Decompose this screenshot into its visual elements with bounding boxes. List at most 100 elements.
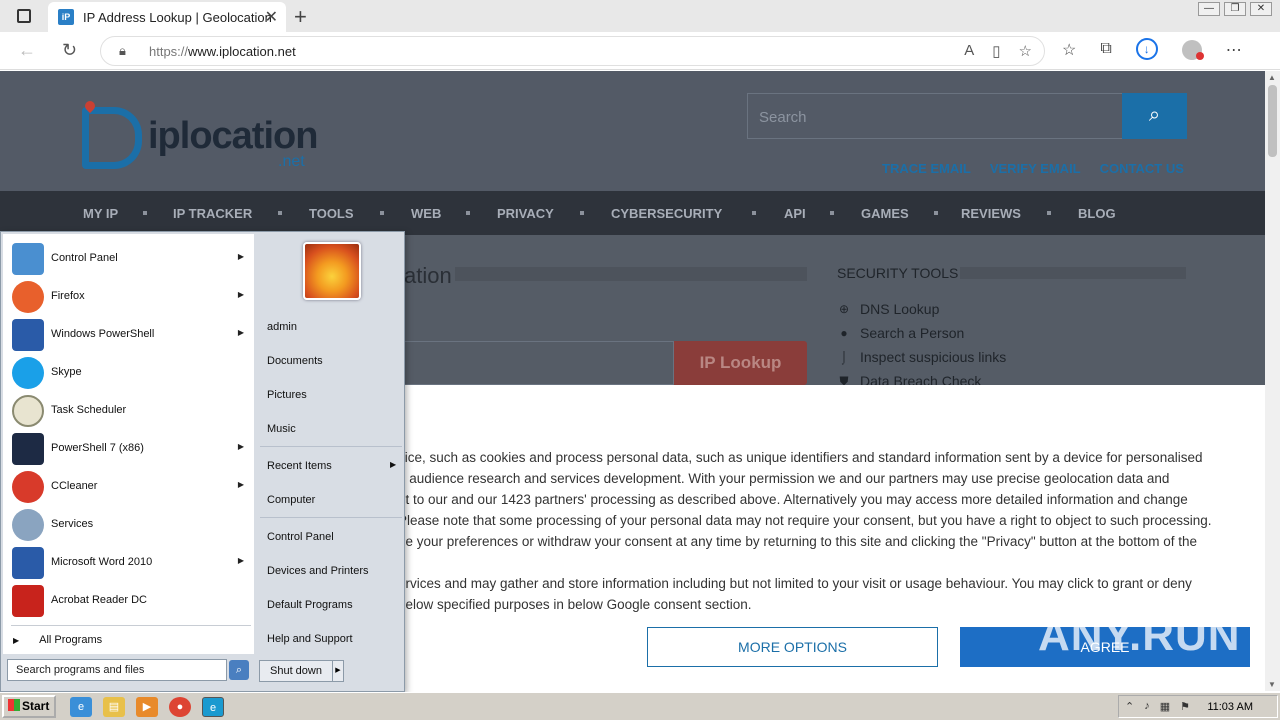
verify-email-link[interactable]: VERIFY EMAIL [990, 161, 1081, 176]
lock-icon[interactable]: 🔒︎ [119, 43, 126, 59]
downloads-icon[interactable]: ↓ [1135, 38, 1158, 60]
program-label: PowerShell 7 (x86) [51, 442, 144, 454]
nav-separator [466, 211, 470, 215]
program-skype[interactable]: Skype [9, 354, 252, 392]
place-devices-printers[interactable]: Devices and Printers [267, 565, 369, 577]
all-programs-arrow-icon: ▶ [13, 636, 20, 645]
clock-time[interactable]: 11:03 AM [1207, 701, 1253, 713]
user-picture[interactable] [303, 242, 361, 300]
add-favorite-icon[interactable]: ☆ [1019, 42, 1032, 60]
scroll-thumb[interactable] [1268, 85, 1277, 157]
program-acrobat-reader[interactable]: Acrobat Reader DC [9, 582, 252, 620]
nav-games[interactable]: GAMES [861, 206, 909, 221]
start-search-icon[interactable]: ⌕ [229, 660, 249, 680]
nav-ip-tracker[interactable]: IP TRACKER [173, 206, 252, 221]
media-player-taskbar-icon[interactable]: ▶ [136, 697, 158, 717]
security-title-bar [960, 267, 1186, 279]
place-default-programs[interactable]: Default Programs [267, 599, 353, 611]
program-word-2010[interactable]: Microsoft Word 2010 ▶ [9, 544, 252, 582]
site-favicon-icon: iP [58, 9, 74, 25]
search-button[interactable]: ⌕ [1122, 93, 1187, 139]
place-control-panel[interactable]: Control Panel [267, 531, 334, 543]
program-services[interactable]: Services [9, 506, 252, 544]
url-bar[interactable]: 🔒︎ https://www.iplocation.net A ▯ ☆ [100, 36, 1045, 66]
site-search-input[interactable]: Search [747, 93, 1123, 139]
nav-api[interactable]: API [784, 206, 806, 221]
network-icon[interactable]: ▦ [1160, 700, 1170, 713]
refresh-button[interactable]: ↻ [62, 40, 77, 61]
gear-icon [12, 509, 44, 541]
place-computer[interactable]: Computer [267, 494, 315, 506]
firefox-icon [12, 281, 44, 313]
ip-lookup-button[interactable]: IP Lookup [674, 341, 807, 385]
restore-button[interactable]: ❐ [1224, 2, 1246, 16]
nav-separator [752, 211, 756, 215]
nav-privacy[interactable]: PRIVACY [497, 206, 554, 221]
edge-taskbar-icon[interactable]: e [202, 697, 224, 717]
nav-web[interactable]: WEB [411, 206, 441, 221]
tab-close-icon[interactable]: ✕ [265, 7, 278, 27]
program-firefox[interactable]: Firefox ▶ [9, 278, 252, 316]
profile-avatar[interactable] [1181, 40, 1204, 60]
consent-line: Please note that some processing of your… [398, 513, 1212, 528]
logo-name: iplocation [148, 115, 318, 157]
place-documents[interactable]: Documents [267, 355, 323, 367]
collections-icon[interactable]: ⧉ [1100, 40, 1111, 60]
trace-email-link[interactable]: TRACE EMAIL [882, 161, 971, 176]
shutdown-options-icon[interactable]: ▶ [332, 660, 344, 682]
nav-tools[interactable]: TOOLS [309, 206, 354, 221]
scroll-up-icon[interactable]: ▲ [1268, 73, 1276, 82]
action-center-flag-icon[interactable]: ⚑ [1180, 700, 1190, 713]
place-help-support[interactable]: Help and Support [267, 633, 353, 645]
explorer-taskbar-icon[interactable]: ▤ [103, 697, 125, 717]
powershell-icon [12, 319, 44, 351]
start-button[interactable]: Start [2, 695, 56, 718]
volume-icon[interactable]: ♪ [1144, 700, 1150, 713]
start-search-input[interactable]: Search programs and files [7, 659, 227, 681]
all-programs-button[interactable]: ▶ All Programs [13, 634, 102, 646]
back-button[interactable]: ← [18, 40, 36, 61]
place-music[interactable]: Music [267, 423, 296, 435]
page-scrollbar[interactable]: ▲ ▼ [1265, 71, 1280, 691]
recent-arrow-icon: ▶ [390, 460, 397, 469]
close-window-button[interactable]: ✕ [1250, 2, 1272, 16]
place-user[interactable]: admin [267, 321, 297, 333]
place-pictures[interactable]: Pictures [267, 389, 307, 401]
contact-us-link[interactable]: CONTACT US [1100, 161, 1184, 176]
tray-expand-icon[interactable]: ⌃ [1125, 700, 1134, 713]
more-options-button[interactable]: MORE OPTIONS [647, 627, 938, 667]
system-tray: ⌃ ♪ ▦ ⚑ 11:03 AM [1118, 695, 1278, 718]
dns-lookup-label: DNS Lookup [860, 301, 940, 317]
nav-separator [830, 211, 834, 215]
program-label: Acrobat Reader DC [51, 594, 147, 606]
ip-lookup-input[interactable] [404, 341, 674, 385]
nav-reviews[interactable]: REVIEWS [961, 206, 1021, 221]
tab-actions-button[interactable] [8, 6, 40, 26]
program-control-panel[interactable]: Control Panel ▶ [9, 240, 252, 278]
program-windows-powershell[interactable]: Windows PowerShell ▶ [9, 316, 252, 354]
new-tab-button[interactable]: + [294, 4, 307, 30]
program-task-scheduler[interactable]: Task Scheduler [9, 392, 252, 430]
chrome-taskbar-icon[interactable]: ● [169, 697, 191, 717]
program-powershell-7[interactable]: PowerShell 7 (x86) ▶ [9, 430, 252, 468]
place-recent-items[interactable]: Recent Items [267, 460, 332, 472]
program-ccleaner[interactable]: CCleaner ▶ [9, 468, 252, 506]
favorites-icon[interactable]: ☆ [1062, 40, 1076, 60]
ie-taskbar-icon[interactable]: e [70, 697, 92, 717]
browser-tab[interactable]: iP IP Address Lookup | Geolocation ✕ [48, 2, 286, 32]
read-aloud-icon[interactable]: A [964, 42, 974, 60]
search-person-link[interactable]: ● Search a Person [837, 321, 1006, 345]
nav-my-ip[interactable]: MY IP [83, 206, 118, 221]
scroll-down-icon[interactable]: ▼ [1268, 680, 1276, 689]
start-menu: Control Panel ▶ Firefox ▶ Windows PowerShe… [0, 231, 405, 692]
globe-icon: ⊕ [838, 302, 850, 316]
more-menu-icon[interactable]: ⋯ [1226, 40, 1242, 60]
nav-blog[interactable]: BLOG [1078, 206, 1116, 221]
search-icon: ⌕ [1148, 104, 1161, 126]
nav-cybersecurity[interactable]: CYBERSECURITY [611, 206, 722, 221]
reader-view-icon[interactable]: ▯ [992, 42, 1000, 60]
dns-lookup-link[interactable]: ⊕ DNS Lookup [837, 297, 1006, 321]
shut-down-button[interactable]: Shut down [259, 660, 333, 682]
inspect-links-link[interactable]: ⌡ Inspect suspicious links [837, 345, 1006, 369]
minimize-button[interactable]: — [1198, 2, 1220, 16]
